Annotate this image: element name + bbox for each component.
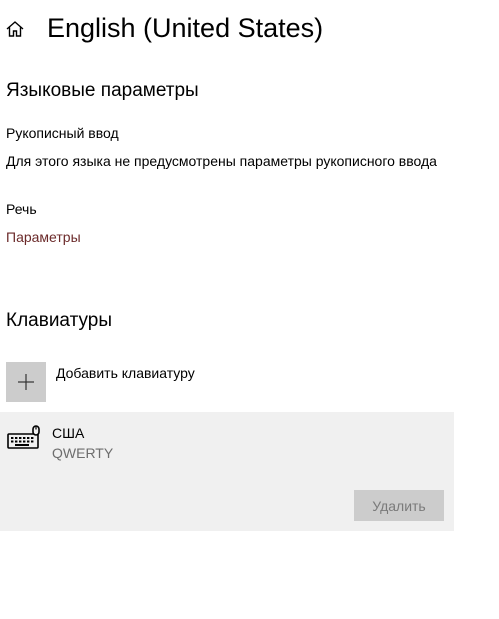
page-header: English (United States) [0,8,499,48]
handwriting-label: Рукописный ввод [6,125,119,141]
keyboard-layout: QWERTY [52,445,114,461]
keyboard-icon [7,425,40,449]
home-button[interactable] [4,18,26,40]
language-settings-page: English (United States) Языковые парамет… [0,0,499,619]
handwriting-description: Для этого языка не предусмотрены парамет… [6,153,437,169]
add-keyboard-tile [6,362,46,402]
keyboard-list-item[interactable]: США QWERTY Удалить [0,412,454,531]
speech-label: Речь [6,201,37,217]
speech-options-link[interactable]: Параметры [6,228,81,246]
home-icon [6,21,24,37]
plus-icon [18,374,34,390]
keyboards-heading: Клавиатуры [6,310,113,331]
remove-keyboard-button[interactable]: Удалить [354,490,444,521]
keyboard-name: США [52,425,85,441]
add-keyboard-button[interactable]: Добавить клавиатуру [6,362,266,402]
add-keyboard-label: Добавить клавиатуру [56,365,195,381]
language-options-heading: Языковые параметры [6,80,199,101]
page-title: English (United States) [47,13,324,43]
